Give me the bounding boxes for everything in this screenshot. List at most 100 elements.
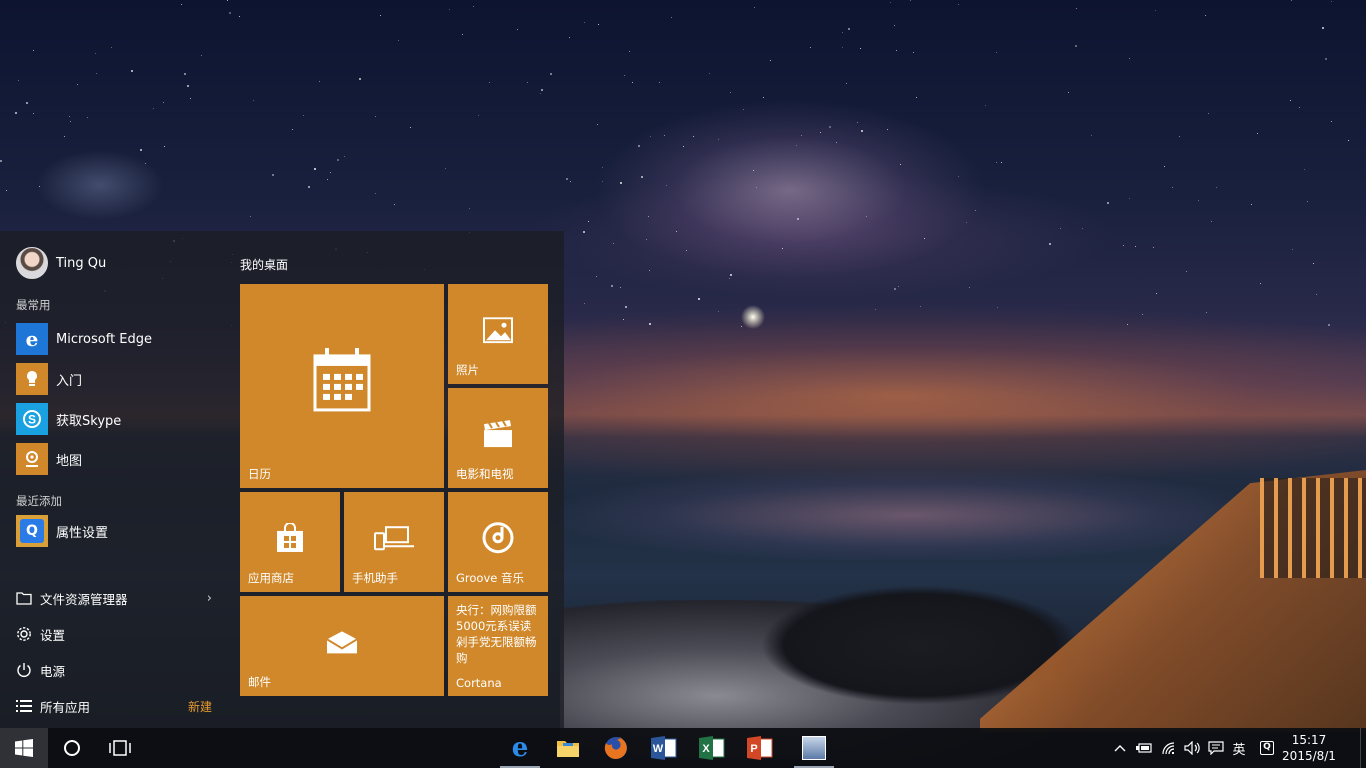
star [671,17,672,18]
tile-movies-tv[interactable]: 电影和电视 [448,388,548,488]
edge-taskbar-icon[interactable]: e [496,728,544,768]
new-badge: 新建 [187,699,212,714]
star [659,82,660,83]
skype-icon: S [16,403,48,435]
app-microsoft-edge[interactable]: e Microsoft Edge [16,323,216,355]
powerpoint-taskbar-icon[interactable]: P [736,728,784,768]
app-maps[interactable]: 地图 [16,443,216,475]
tile-groove-music[interactable]: Groove 音乐 [448,492,548,592]
star [1211,221,1212,222]
star [709,73,710,74]
volume-icon[interactable] [1182,728,1204,768]
avatar [16,247,48,279]
clock-time: 15:17 [1291,733,1327,747]
star [632,82,633,83]
file-explorer-item[interactable]: 文件资源管理器 › [16,586,212,610]
star [1156,293,1157,294]
tile-mail[interactable]: 邮件 [240,596,444,696]
firefox-taskbar-icon[interactable] [592,728,640,768]
star [1348,140,1349,141]
star [1135,246,1136,247]
star [894,25,895,26]
network-icon[interactable] [1158,728,1180,768]
star [1153,247,1154,248]
star [1164,166,1165,167]
tile-cortana[interactable]: 央行：网购限额5000元系误读 剁手党无限额畅购 Cortana [448,596,548,696]
excel-taskbar-icon[interactable]: X [688,728,736,768]
tile-photos[interactable]: 照片 [448,284,548,384]
star [1075,45,1077,47]
star [969,287,970,288]
app-get-skype[interactable]: S 获取Skype [16,403,216,435]
star [1123,245,1124,246]
star [15,112,17,114]
star [398,40,399,41]
star [756,187,757,188]
star [18,80,19,81]
star [449,9,450,10]
star [359,78,361,80]
file-explorer-taskbar-icon[interactable] [544,728,592,768]
star [1313,263,1314,264]
chevron-up-icon[interactable] [1110,728,1130,768]
star [527,82,528,83]
star [111,47,112,48]
star [95,53,96,54]
star [1307,201,1308,202]
chevron-right-icon[interactable]: › [207,591,212,606]
star [469,208,470,209]
star [394,204,395,205]
ime-indicator[interactable]: 英 [1228,728,1250,768]
app-taskbar-icon[interactable] [790,728,838,768]
star [613,243,614,244]
star [782,248,783,249]
star [550,73,552,75]
star [743,109,744,110]
star [327,179,328,180]
star [602,181,603,182]
star [184,73,186,75]
app-label: 入门 [56,373,83,389]
all-apps-item[interactable]: 所有应用 新建 [16,694,212,718]
power-item[interactable]: 电源 [16,658,212,682]
cortana-search-button[interactable] [48,728,96,768]
star [820,132,821,133]
show-desktop-button[interactable] [1360,728,1366,768]
star [337,159,339,161]
star [569,37,570,38]
start-menu-left-column: Ting Qu 最常用 e Microsoft Edge 入门 S 获取Skyp… [0,231,224,728]
star [69,116,70,117]
star [898,286,899,287]
star [896,50,897,51]
tile-store[interactable]: 应用商店 [240,492,340,592]
word-taskbar-icon[interactable]: W [640,728,688,768]
battery-icon[interactable] [1134,728,1154,768]
star [1316,294,1317,295]
action-center-icon[interactable] [1206,728,1226,768]
star [985,105,986,106]
app-property-settings[interactable]: Q 属性设置 [16,515,216,547]
star [584,22,585,23]
svg-text:X: X [702,743,710,755]
tile-phone-companion[interactable]: 手机助手 [344,492,444,592]
tile-calendar[interactable]: 日历 [240,284,444,488]
start-button[interactable] [0,728,48,768]
star [131,70,133,72]
star [517,29,518,30]
mail-icon [326,630,358,658]
task-view-icon [109,740,131,756]
star [894,288,896,290]
star [87,117,88,118]
star [620,182,622,184]
star [1260,283,1261,284]
taskbar-clock[interactable]: 15:17 2015/8/1 [1276,732,1342,764]
recently-added-label: 最近添加 [16,494,62,508]
user-account[interactable]: Ting Qu [16,247,106,279]
settings-item[interactable]: 设置 [16,622,212,646]
star [201,55,202,56]
star [861,130,863,132]
tile-label: Cortana [456,676,502,690]
app-get-started[interactable]: 入门 [16,363,216,395]
task-view-button[interactable] [96,728,144,768]
qq-tray-icon[interactable]: Q [1256,728,1278,768]
